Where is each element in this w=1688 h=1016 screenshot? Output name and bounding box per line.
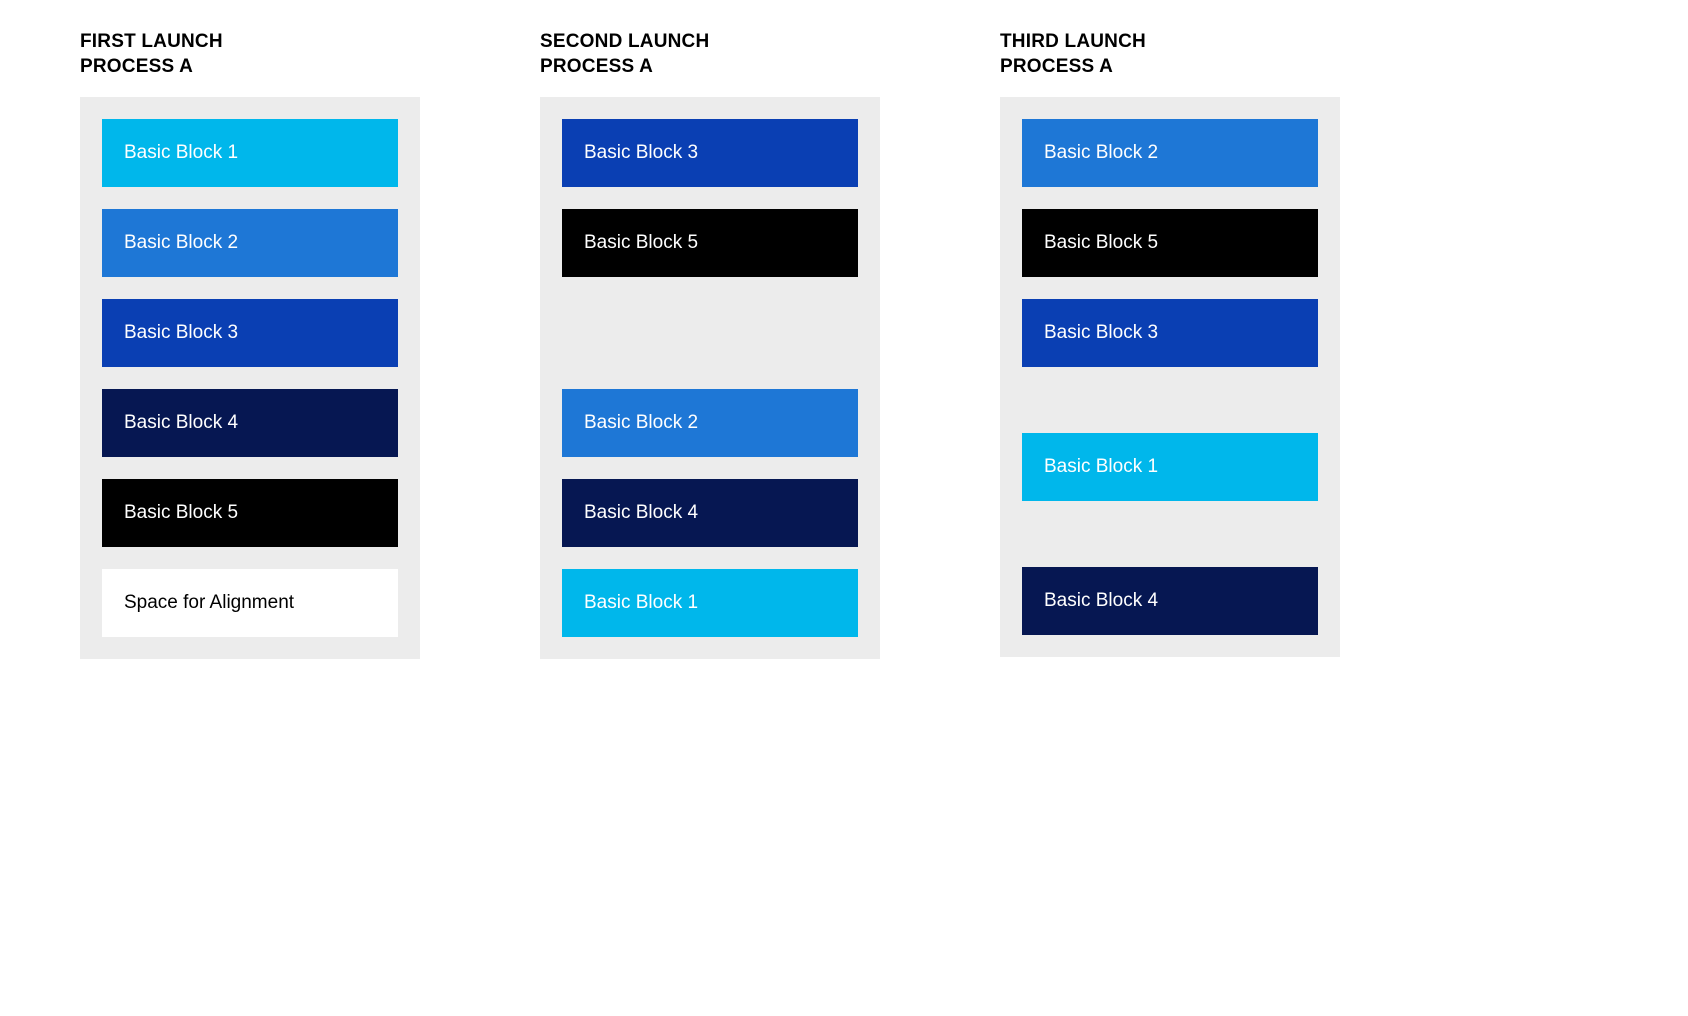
block-label: Space for Alignment [124,592,294,614]
block-label: Basic Block 2 [584,412,698,434]
block-stack: Basic Block 3 Basic Block 5 Basic Block … [540,97,880,659]
gap-block [562,299,858,367]
heading-line-2: PROCESS A [1000,56,1113,77]
basic-block: Basic Block 2 [102,209,398,277]
basic-block: Basic Block 4 [562,479,858,547]
basic-block: Basic Block 3 [562,119,858,187]
heading-line-2: PROCESS A [80,56,193,77]
diagram-container: FIRST LAUNCH PROCESS A Basic Block 1 Bas… [80,30,1608,659]
block-label: Basic Block 3 [1044,322,1158,344]
launch-column-1: FIRST LAUNCH PROCESS A Basic Block 1 Bas… [80,30,420,659]
heading-line-1: THIRD LAUNCH [1000,31,1146,52]
basic-block: Basic Block 5 [1022,209,1318,277]
column-heading: FIRST LAUNCH PROCESS A [80,30,420,79]
block-label: Basic Block 4 [584,502,698,524]
basic-block: Basic Block 4 [1022,567,1318,635]
alignment-block: Space for Alignment [102,569,398,637]
block-label: Basic Block 4 [124,412,238,434]
basic-block: Basic Block 3 [1022,299,1318,367]
column-heading: SECOND LAUNCH PROCESS A [540,30,880,79]
block-label: Basic Block 2 [1044,142,1158,164]
basic-block: Basic Block 4 [102,389,398,457]
block-label: Basic Block 5 [1044,232,1158,254]
basic-block: Basic Block 1 [102,119,398,187]
column-heading: THIRD LAUNCH PROCESS A [1000,30,1340,79]
block-label: Basic Block 4 [1044,590,1158,612]
block-label: Basic Block 1 [584,592,698,614]
basic-block: Basic Block 5 [102,479,398,547]
heading-line-2: PROCESS A [540,56,653,77]
block-label: Basic Block 3 [124,322,238,344]
block-stack: Basic Block 1 Basic Block 2 Basic Block … [80,97,420,659]
basic-block: Basic Block 2 [562,389,858,457]
block-label: Basic Block 1 [1044,456,1158,478]
heading-line-1: FIRST LAUNCH [80,31,223,52]
block-label: Basic Block 3 [584,142,698,164]
basic-block: Basic Block 2 [1022,119,1318,187]
heading-line-1: SECOND LAUNCH [540,31,709,52]
block-label: Basic Block 1 [124,142,238,164]
block-label: Basic Block 2 [124,232,238,254]
gap-spacer [1022,523,1318,545]
basic-block: Basic Block 1 [562,569,858,637]
launch-column-2: SECOND LAUNCH PROCESS A Basic Block 3 Ba… [540,30,880,659]
launch-column-3: THIRD LAUNCH PROCESS A Basic Block 2 Bas… [1000,30,1340,659]
block-stack: Basic Block 2 Basic Block 5 Basic Block … [1000,97,1340,657]
block-label: Basic Block 5 [124,502,238,524]
block-label: Basic Block 5 [584,232,698,254]
basic-block: Basic Block 3 [102,299,398,367]
gap-spacer [1022,389,1318,411]
basic-block: Basic Block 1 [1022,433,1318,501]
basic-block: Basic Block 5 [562,209,858,277]
